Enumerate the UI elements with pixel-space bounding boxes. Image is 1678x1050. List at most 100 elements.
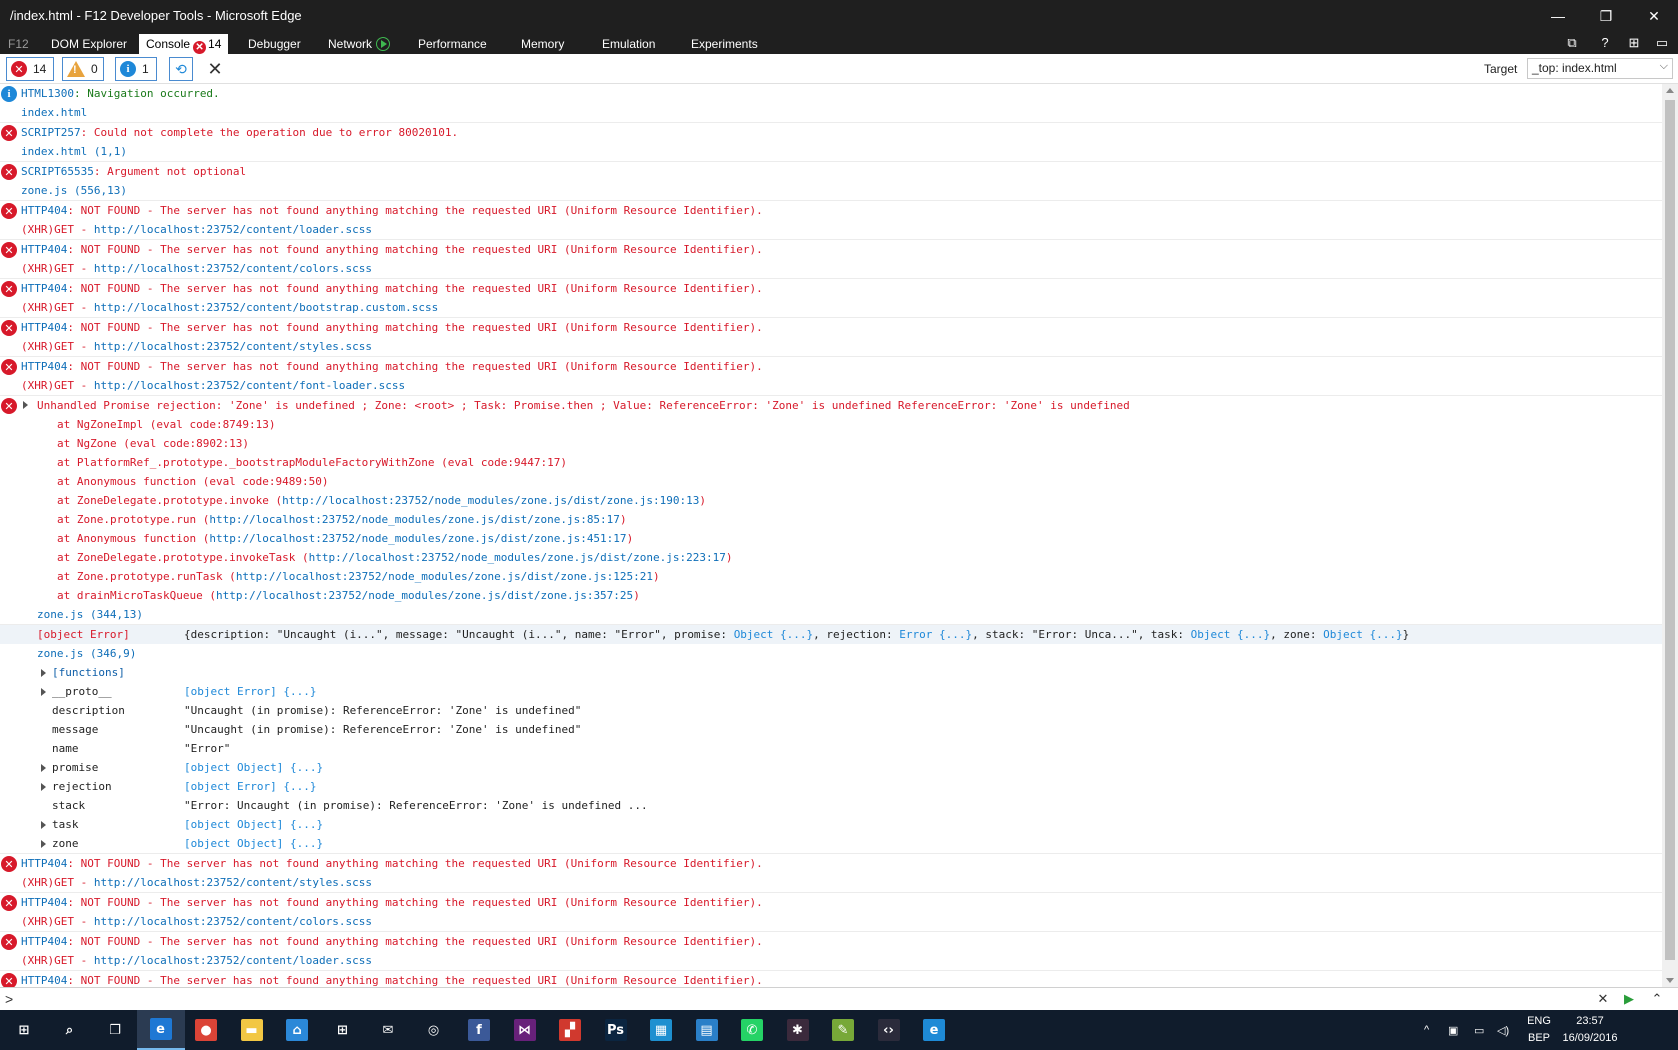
tab-experiments[interactable]: Experiments [691, 34, 758, 54]
property-row[interactable]: zone [object Object] {...} [0, 834, 1662, 853]
taskbar-photoshop[interactable]: Ps [592, 1010, 640, 1050]
message-source[interactable]: zone.js (556,13) [0, 181, 1662, 200]
message-code[interactable]: HTTP404 [21, 243, 67, 256]
taskbar-store[interactable]: ⊞ [319, 1010, 367, 1050]
clear-input-icon[interactable]: ✕ [1594, 990, 1612, 1008]
message-code[interactable]: HTML1300 [21, 87, 74, 100]
taskbar-internet-explorer[interactable]: e [910, 1010, 958, 1050]
message-code[interactable]: HTTP404 [21, 857, 67, 870]
taskbar-notepad[interactable]: ✎ [819, 1010, 867, 1050]
message-code[interactable]: HTTP404 [21, 282, 67, 295]
expand-arrow-icon[interactable] [41, 669, 46, 677]
console-message[interactable]: ✕ SCRIPT257: Could not complete the opera… [0, 123, 1662, 162]
tab-emulation[interactable]: Emulation [602, 34, 655, 54]
message-code[interactable]: HTTP404 [21, 896, 67, 909]
message-code[interactable]: HTTP404 [21, 935, 67, 948]
console-message[interactable]: ✕ HTTP404: NOT FOUND - The server has not… [0, 932, 1662, 971]
expand-arrow-icon[interactable] [41, 840, 46, 848]
source-link[interactable]: http://localhost:23752/content/loader.sc… [94, 954, 372, 967]
property-value[interactable]: [object Object] {...} [184, 758, 323, 777]
expand-arrow-icon[interactable] [41, 821, 46, 829]
minimize-tools-icon[interactable]: ▭ [1652, 34, 1672, 52]
summary-part[interactable]: Error {...} [899, 628, 972, 641]
tab-memory[interactable]: Memory [521, 34, 564, 54]
taskbar-visual-studio[interactable]: ⋈ [501, 1010, 549, 1050]
console-message[interactable]: ✕ Unhandled Promise rejection: 'Zone' is … [0, 396, 1662, 625]
tab-performance[interactable]: Performance [418, 34, 487, 54]
run-icon[interactable]: ▶ [1620, 990, 1638, 1008]
source-link[interactable]: http://localhost:23752/content/colors.sc… [94, 262, 372, 275]
property-value[interactable]: [object Error] {...} [184, 682, 316, 701]
console-toggle-icon[interactable]: ⧉ [1562, 34, 1582, 52]
summary-part[interactable]: Object {...} [734, 628, 813, 641]
message-code[interactable]: HTTP404 [21, 321, 67, 334]
undock-icon[interactable]: ⊞ [1624, 34, 1644, 52]
expand-arrow-icon[interactable] [41, 688, 46, 696]
console-message[interactable]: ✕ HTTP404: NOT FOUND - The server has not… [0, 240, 1662, 279]
property-row[interactable]: rejection [object Error] {...} [0, 777, 1662, 796]
tab-network[interactable]: Network [328, 34, 391, 54]
scroll-thumb[interactable] [1665, 100, 1675, 960]
stack-frame-link[interactable]: http://localhost:23752/node_modules/zone… [236, 570, 653, 583]
console-message[interactable]: ✕ HTTP404: NOT FOUND - The server has not… [0, 854, 1662, 893]
property-row[interactable]: task [object Object] {...} [0, 815, 1662, 834]
tab-console[interactable]: Console ✕ 14 [139, 34, 229, 54]
message-source[interactable]: index.html [0, 103, 1662, 122]
console-message[interactable]: ✕ HTTP404: NOT FOUND - The server has not… [0, 357, 1662, 396]
console-message[interactable]: ✕ HTTP404: NOT FOUND - The server has not… [0, 971, 1662, 987]
stack-frame-link[interactable]: http://localhost:23752/node_modules/zone… [216, 589, 633, 602]
message-code[interactable]: SCRIPT257 [21, 126, 81, 139]
object-header[interactable]: [object Error] {description: "Uncaught (i… [0, 625, 1662, 644]
source-link[interactable]: http://localhost:23752/content/colors.sc… [94, 915, 372, 928]
scroll-up-icon[interactable] [1666, 88, 1674, 93]
stack-frame-link[interactable]: http://localhost:23752/node_modules/zone… [209, 513, 620, 526]
stack-frame-link[interactable]: http://localhost:23752/node_modules/zone… [209, 532, 626, 545]
console-message[interactable]: ✕[object Error]{description: "Uncaught (… [0, 625, 1662, 854]
clear-on-navigate-button[interactable]: ⟲ [169, 57, 193, 81]
tab-debugger[interactable]: Debugger [248, 34, 301, 54]
source-link[interactable]: http://localhost:23752/content/bootstrap… [94, 301, 438, 314]
console-message[interactable]: ✕ HTTP404: NOT FOUND - The server has not… [0, 893, 1662, 932]
taskbar-azure[interactable]: ▦ [637, 1010, 685, 1050]
restore-button[interactable]: ❐ [1582, 0, 1630, 32]
taskbar-vscode[interactable]: ‹› [865, 1010, 913, 1050]
taskbar-outlook-calendar[interactable]: ▤ [683, 1010, 731, 1050]
stack-frame-link[interactable]: http://localhost:23752/node_modules/zone… [309, 551, 726, 564]
summary-part[interactable]: Object {...} [1191, 628, 1270, 641]
console-message[interactable]: ✕ SCRIPT65535: Argument not optional zone.… [0, 162, 1662, 201]
close-button[interactable]: ✕ [1630, 0, 1678, 32]
taskbar-edge[interactable]: e [136, 1010, 185, 1050]
taskbar-home[interactable]: ⌂ [273, 1010, 321, 1050]
property-value[interactable]: [object Object] {...} [184, 815, 323, 834]
clock[interactable]: 23:57 16/09/2016 [1555, 1013, 1625, 1047]
console-message[interactable]: i HTML1300: Navigation occurred. index.htm… [0, 84, 1662, 123]
message-code[interactable]: HTTP404 [21, 204, 67, 217]
taskbar-app-red[interactable]: ▞ [546, 1010, 594, 1050]
language-indicator[interactable]: ENG BEP [1524, 1013, 1554, 1047]
target-select[interactable]: _top: index.html ⌵ [1527, 58, 1673, 79]
info-filter-button[interactable]: i 1 [115, 57, 157, 81]
expand-arrow-icon[interactable] [41, 783, 46, 791]
property-row[interactable]: __proto__ [object Error] {...} [0, 682, 1662, 701]
console-message[interactable]: ✕ HTTP404: NOT FOUND - The server has not… [0, 201, 1662, 240]
multiline-expand-icon[interactable]: ⌃ [1648, 990, 1666, 1008]
message-code[interactable]: SCRIPT65535 [21, 165, 94, 178]
tab-f12[interactable]: F12 [8, 34, 29, 54]
taskbar-task-view[interactable]: ❐ [91, 1010, 139, 1050]
taskbar-facebook[interactable]: f [455, 1010, 503, 1050]
clear-console-button[interactable]: ✕ [204, 57, 226, 81]
network-icon[interactable]: ▭ [1474, 1010, 1488, 1050]
taskbar-mail[interactable]: ✉ [364, 1010, 412, 1050]
console-message[interactable]: ✕ HTTP404: NOT FOUND - The server has not… [0, 279, 1662, 318]
console-input[interactable] [20, 990, 1580, 1008]
taskbar-whatsapp[interactable]: ✆ [728, 1010, 776, 1050]
tray-app-icon[interactable]: ▣ [1448, 1010, 1462, 1050]
message-source[interactable]: zone.js (346,9) [0, 644, 1662, 663]
chevron-up-icon[interactable]: ^ [1424, 1010, 1438, 1050]
message-code[interactable]: HTTP404 [21, 974, 67, 987]
tab-dom-explorer[interactable]: DOM Explorer [51, 34, 127, 54]
source-link[interactable]: http://localhost:23752/content/font-load… [94, 379, 405, 392]
summary-part[interactable]: Object {...} [1323, 628, 1402, 641]
message-source[interactable]: index.html (1,1) [0, 142, 1662, 161]
property-value[interactable]: [object Object] {...} [184, 834, 323, 853]
